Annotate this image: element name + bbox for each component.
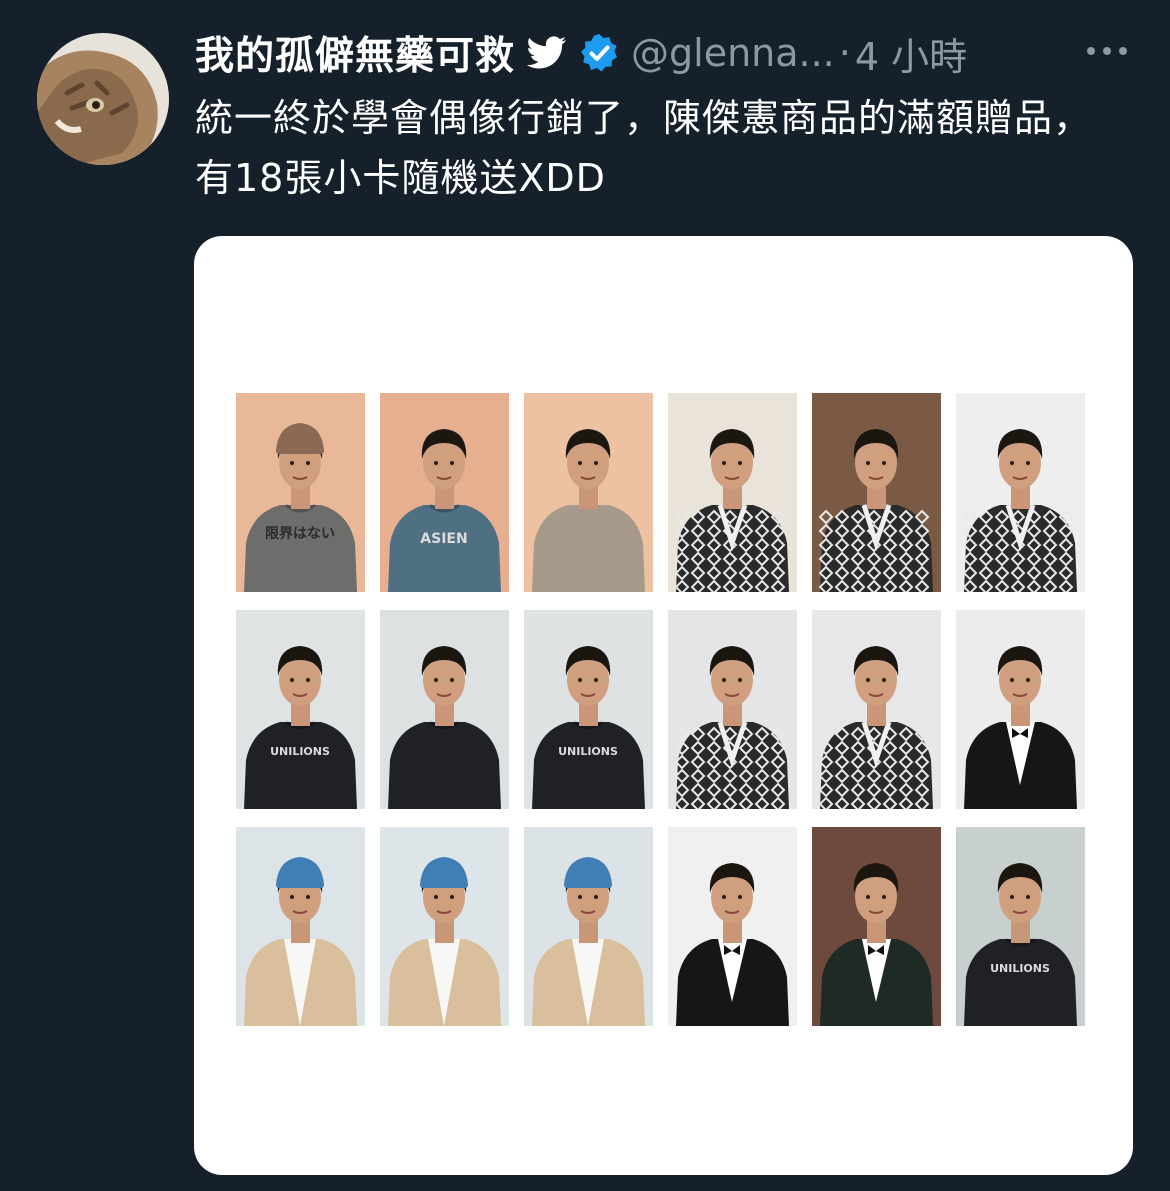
photo-card bbox=[812, 827, 941, 1026]
svg-text:限界はない: 限界はない bbox=[265, 526, 335, 542]
photo-card-image: UNILIONS bbox=[236, 610, 365, 809]
svg-text:ASIEN: ASIEN bbox=[420, 531, 467, 547]
svg-text:UNILIONS: UNILIONS bbox=[990, 962, 1050, 975]
separator-dot: · bbox=[838, 31, 851, 75]
photo-card-image: ASIEN bbox=[380, 393, 509, 592]
photo-card: UNILIONS bbox=[956, 827, 1085, 1026]
more-options-icon[interactable] bbox=[1082, 36, 1132, 66]
photo-card-image bbox=[956, 610, 1085, 809]
photo-card-image bbox=[812, 393, 941, 592]
photo-card bbox=[380, 827, 509, 1026]
photo-card: 限界はない bbox=[236, 393, 365, 592]
photo-card-image bbox=[668, 610, 797, 809]
photo-card-image: UNILIONS bbox=[956, 827, 1085, 1026]
photo-card bbox=[524, 827, 653, 1026]
photo-card-image bbox=[668, 393, 797, 592]
photo-card: UNILIONS bbox=[236, 610, 365, 809]
photo-card-image bbox=[956, 393, 1085, 592]
timestamp[interactable]: 4 小時 bbox=[855, 26, 967, 81]
photo-card bbox=[668, 610, 797, 809]
photo-card-image bbox=[380, 610, 509, 809]
twitter-bird-icon bbox=[526, 36, 567, 70]
photo-card bbox=[812, 393, 941, 592]
photo-card bbox=[812, 610, 941, 809]
verified-badge-icon bbox=[579, 33, 619, 73]
user-handle[interactable]: @glenna... bbox=[631, 31, 835, 75]
svg-text:UNILIONS: UNILIONS bbox=[270, 745, 330, 758]
photo-card-grid: 限界はない ASIEN UNILIONS UNILIONS UNILIONS bbox=[236, 393, 1085, 1026]
photo-card: ASIEN bbox=[380, 393, 509, 592]
photo-card bbox=[668, 827, 797, 1026]
photo-card bbox=[956, 393, 1085, 592]
photo-card-image bbox=[812, 610, 941, 809]
tweet-media-image[interactable]: 限界はない ASIEN UNILIONS UNILIONS UNILIONS bbox=[194, 236, 1133, 1175]
svg-text:UNILIONS: UNILIONS bbox=[558, 745, 618, 758]
photo-card-image bbox=[524, 827, 653, 1026]
tweet-text: 統一終於學會偶像行銷了，陳傑憲商品的滿額贈品，有18張小卡隨機送XDD bbox=[195, 96, 1093, 200]
photo-card-image bbox=[524, 393, 653, 592]
photo-card-image: UNILIONS bbox=[524, 610, 653, 809]
tweet-header: 我的孤僻無藥可救 @glenna... · 4 小時 bbox=[195, 26, 1145, 80]
photo-card-image bbox=[668, 827, 797, 1026]
photo-card bbox=[956, 610, 1085, 809]
display-name[interactable]: 我的孤僻無藥可救 bbox=[195, 25, 515, 81]
tweet[interactable]: 我的孤僻無藥可救 @glenna... · 4 小時 統一終於學會偶像行銷了，陳… bbox=[0, 0, 1170, 1191]
photo-card bbox=[236, 827, 365, 1026]
photo-card bbox=[668, 393, 797, 592]
photo-card bbox=[524, 393, 653, 592]
photo-card bbox=[380, 610, 509, 809]
photo-card-image bbox=[380, 827, 509, 1026]
photo-card-image bbox=[812, 827, 941, 1026]
photo-card-image bbox=[236, 827, 365, 1026]
cat-avatar[interactable] bbox=[37, 33, 169, 165]
photo-card-image: 限界はない bbox=[236, 393, 365, 592]
cat-icon bbox=[37, 33, 169, 165]
photo-card: UNILIONS bbox=[524, 610, 653, 809]
